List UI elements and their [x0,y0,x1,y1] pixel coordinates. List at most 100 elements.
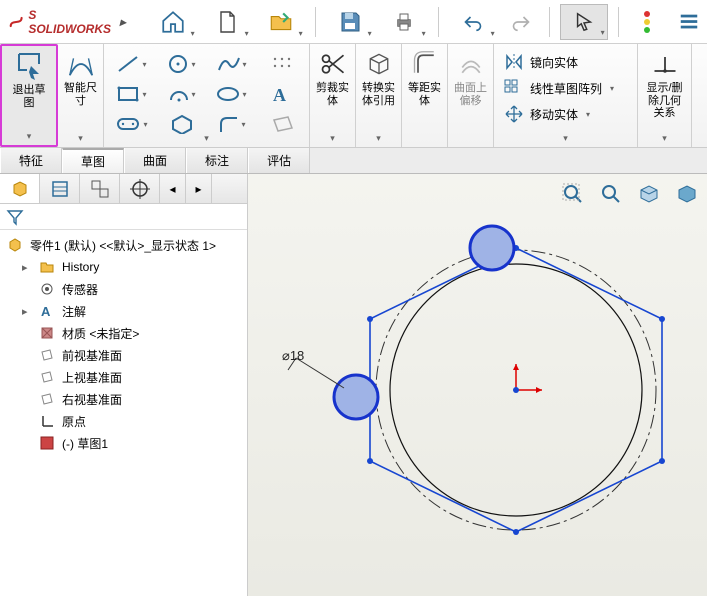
spline-tool[interactable]: ▾ [210,50,254,78]
scroll-left[interactable]: ◂ [160,174,186,203]
tree-item-sensor[interactable]: 传感器 [4,278,243,300]
text-tool[interactable]: A [260,80,304,108]
save-button[interactable]: ▾ [326,4,374,40]
plane-icon [40,370,54,384]
graphics-viewport[interactable]: ⌀18 [248,174,707,596]
diameter-dimension[interactable]: ⌀18 [282,348,344,388]
slot-tool[interactable]: ▾ [110,110,154,138]
tab-surface[interactable]: 曲面 [124,148,186,173]
home-button[interactable]: ▾ [149,4,197,40]
tab-features[interactable]: 特征 [0,148,62,173]
dropdown-caret-icon[interactable]: ▾ [78,133,83,144]
arc-tool[interactable]: ▾ [160,80,204,108]
trim-button[interactable]: 剪裁实 体 [314,46,351,109]
dropdown-caret-icon[interactable]: ▾ [376,133,381,144]
open-icon [268,9,294,35]
redo-button[interactable] [503,4,539,40]
print-icon [392,10,416,34]
undo-button[interactable]: ▾ [449,4,497,40]
filter-icon[interactable] [6,208,24,226]
plane-tool[interactable] [260,110,304,138]
display-relations-button[interactable]: 显示/删 除几何 关系 [644,46,684,122]
hex-vertices [367,245,665,535]
anchor-circle-left[interactable] [334,375,378,419]
dropdown-caret-icon[interactable]: ▾ [662,133,667,144]
relations-icon [651,52,679,76]
dimension-label: ⌀18 [282,348,304,363]
ellipse-icon [216,85,240,103]
exit-sketch-button[interactable]: 退出草 图 [11,48,48,111]
dropdown-caret-icon[interactable]: ▾ [330,133,335,144]
tab-evaluate[interactable]: 评估 [248,148,310,173]
exit-sketch-label: 退出草 图 [13,84,46,109]
trim-group: 剪裁实 体 ▾ [310,44,356,147]
options-button[interactable] [671,4,707,40]
rect-icon [116,85,140,103]
tree-item-top-plane[interactable]: 上视基准面 [4,366,243,388]
title-bar: S SOLIDWORKS ▸ ▾ ▾ ▾ ▾ ▾ ▾ [0,0,707,44]
select-button[interactable]: ▾ [560,4,608,40]
dropdown-caret-icon[interactable]: ▾ [563,133,568,144]
tree-item-history[interactable]: ▸History [4,256,243,278]
tree-item-sketch1[interactable]: (-) 草图1 [4,432,243,454]
surface-offset-group: 曲面上 偏移 [448,44,494,147]
tree-item-material[interactable]: 材质 <未指定> [4,322,243,344]
exit-sketch-group: 退出草 图 ▾ [0,44,58,147]
fillet-tool[interactable]: ▾ [210,110,254,138]
linear-pattern-button[interactable]: 线性草图阵列 ▾ [504,78,614,98]
circle-tool[interactable]: ▾ [160,50,204,78]
arc-icon [167,84,189,104]
point-tool[interactable] [260,50,304,78]
config-tab[interactable] [80,174,120,203]
pattern-icon [504,79,524,97]
anchor-circle-top[interactable] [470,226,514,270]
tab-annotate[interactable]: 标注 [186,148,248,173]
undo-icon [461,12,485,32]
point-grid-icon [270,54,294,74]
line-tool[interactable]: ▾ [110,50,154,78]
sketch-icon [40,436,54,450]
tree-root[interactable]: 零件1 (默认) <<默认>_显示状态 1> [4,234,243,256]
feature-tree-tab[interactable] [0,174,40,203]
convert-entities-button[interactable]: 转换实 体引用 [360,46,397,109]
rebuild-button[interactable] [629,4,665,40]
scroll-right[interactable]: ▸ [186,174,212,203]
filter-bar [0,204,247,230]
mirror-button[interactable]: 镜向实体 [504,52,614,72]
move-button[interactable]: 移动实体 ▾ [504,104,614,124]
brand-text: SOLIDWORKS [28,22,111,36]
tree-item-front-plane[interactable]: 前视基准面 [4,344,243,366]
open-button[interactable]: ▾ [257,4,305,40]
rectangle-tool[interactable]: ▾ [110,80,154,108]
print-button[interactable]: ▾ [380,4,428,40]
property-tab[interactable] [40,174,80,203]
dim-tab[interactable] [120,174,160,203]
feature-manager-panel: ◂ ▸ 零件1 (默认) <<默认>_显示状态 1> ▸History 传感器 … [0,174,248,596]
tree-item-right-plane[interactable]: 右视基准面 [4,388,243,410]
pattern-label: 线性草图阵列 [530,80,602,97]
brand-dropdown-icon[interactable]: ▸ [120,15,129,29]
new-button[interactable]: ▾ [203,4,251,40]
dropdown-caret-icon[interactable]: ▾ [204,133,209,144]
material-icon [40,326,54,340]
cursor-icon [573,11,595,33]
offset-button[interactable]: 等距实 体 [406,46,443,109]
smart-dimension-button[interactable]: 智能尺 寸 [62,46,99,109]
ribbon: 退出草 图 ▾ 智能尺 寸 ▾ ▾ ▾ ▾ ▾ ▾ ▾ A ▾ ▾ ▾ [0,44,707,148]
tree-item-origin[interactable]: 原点 [4,410,243,432]
tree-item-annotation[interactable]: ▸A注解 [4,300,243,322]
cube-icon [365,50,393,78]
redo-icon [510,12,532,32]
slot-icon [115,116,141,132]
tab-sketch[interactable]: 草图 [62,148,124,173]
dimension-icon [66,49,96,79]
tree-root-label: 零件1 (默认) <<默认>_显示状态 1> [30,237,216,254]
circle-icon [167,54,189,74]
ellipse-tool[interactable]: ▾ [210,80,254,108]
polygon-tool[interactable] [160,110,204,138]
transform-group: 镜向实体 线性草图阵列 ▾ 移动实体 ▾ ▾ [494,44,638,147]
dropdown-caret-icon[interactable]: ▾ [27,131,32,142]
display-relations-group: 显示/删 除几何 关系 ▾ [638,44,692,147]
mirror-label: 镜向实体 [530,54,578,71]
quick-access-toolbar: ▾ ▾ ▾ ▾ ▾ ▾ ▾ [137,4,707,40]
